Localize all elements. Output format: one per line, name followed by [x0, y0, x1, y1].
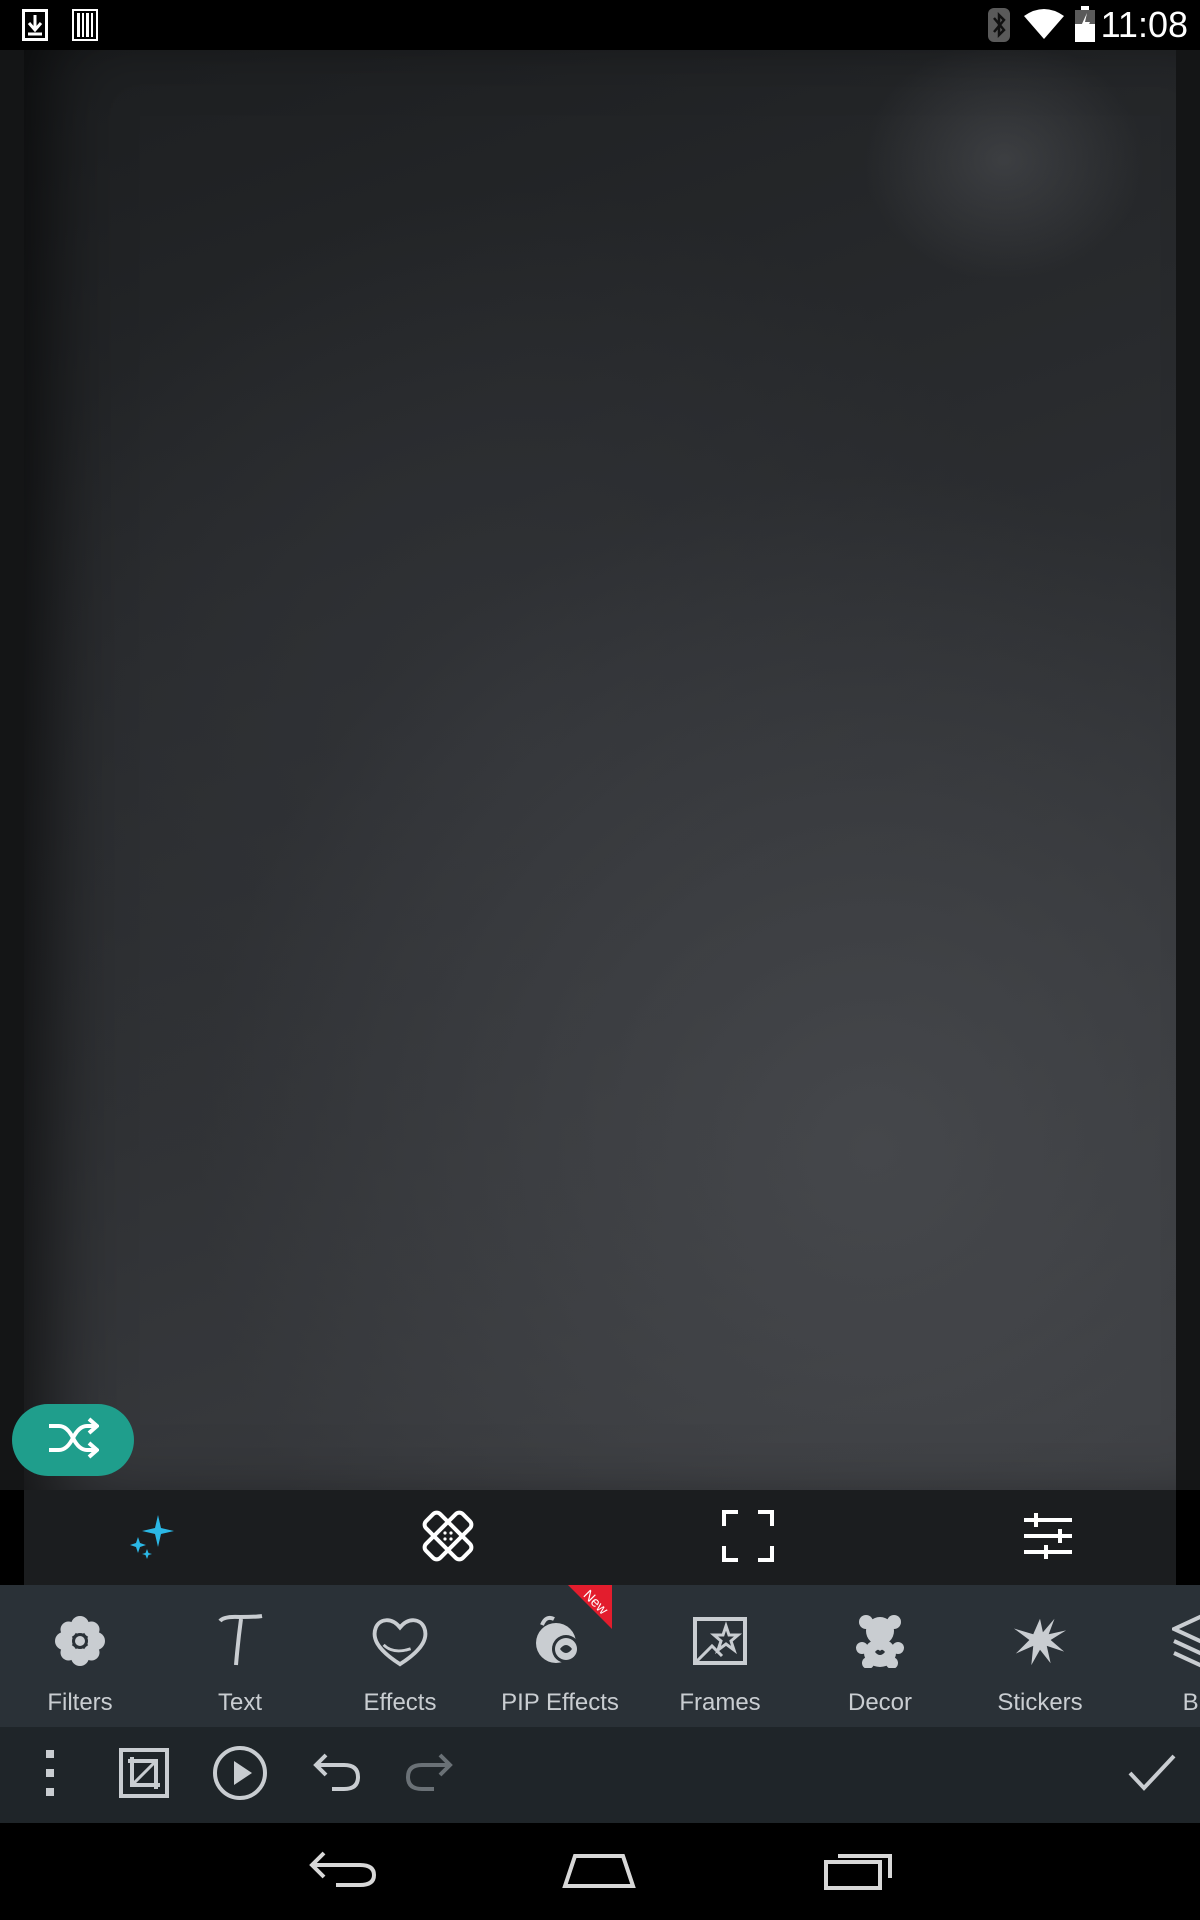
magic-wand-button[interactable] [124, 1510, 180, 1566]
fullscreen-icon [722, 1510, 774, 1566]
tool-strip [24, 1490, 1176, 1585]
recents-button[interactable] [814, 1845, 904, 1899]
teddy-bear-icon [852, 1613, 908, 1669]
text-icon [212, 1613, 268, 1669]
category-label: Ble [1182, 1689, 1200, 1716]
shuffle-icon [47, 1416, 101, 1464]
category-label: Filters [47, 1689, 113, 1716]
healing-bandage-icon [421, 1509, 475, 1567]
screen: 11:08 Filters Text Effects New PIP Effec… [0, 0, 1200, 1920]
new-badge: New [568, 1585, 612, 1629]
recents-icon [824, 1850, 894, 1894]
category-blend[interactable]: Ble [1120, 1585, 1200, 1727]
category-pip-effects[interactable]: New PIP Effects [480, 1585, 640, 1727]
undo-icon [312, 1753, 361, 1797]
fullscreen-button[interactable] [720, 1510, 776, 1566]
nav-bar [0, 1823, 1200, 1920]
play-button[interactable] [212, 1745, 268, 1805]
category-label: Decor [847, 1689, 913, 1716]
back-button[interactable] [298, 1845, 388, 1899]
category-stickers[interactable]: Stickers [960, 1585, 1120, 1727]
redo-button[interactable] [402, 1747, 458, 1803]
magic-wand-sparkle-icon [128, 1511, 176, 1565]
heart-icon [372, 1613, 428, 1669]
category-label: Text [217, 1689, 262, 1716]
category-label: Effects [363, 1689, 437, 1716]
frame-star-icon [692, 1613, 748, 1669]
download-icon [22, 9, 48, 45]
category-label: Stickers [997, 1689, 1083, 1716]
category-frames[interactable]: Frames [640, 1585, 800, 1727]
back-icon [308, 1851, 378, 1893]
layers-icon [1172, 1613, 1200, 1669]
more-vert-icon [44, 1748, 56, 1802]
category-label: Frames [679, 1689, 761, 1716]
battery-icon [1074, 6, 1096, 46]
healing-button[interactable] [420, 1510, 476, 1566]
redo-icon [405, 1753, 454, 1797]
category-text[interactable]: Text [160, 1585, 320, 1727]
apply-button[interactable] [1124, 1747, 1180, 1803]
crop-icon [118, 1747, 170, 1803]
category-effects[interactable]: Effects [320, 1585, 480, 1727]
more-options-button[interactable] [22, 1747, 78, 1803]
wifi-icon [1024, 8, 1064, 44]
home-icon [561, 1852, 637, 1892]
status-time: 11:08 [1100, 4, 1188, 45]
home-button[interactable] [554, 1845, 644, 1899]
bluetooth-icon [988, 8, 1010, 46]
apply-check-icon [1127, 1753, 1177, 1797]
category-bar: Filters Text Effects New PIP Effects Fra… [0, 1585, 1200, 1727]
category-label: PIP Effects [501, 1689, 619, 1716]
shuffle-button[interactable] [12, 1404, 134, 1476]
photo-canvas[interactable] [0, 50, 1200, 1490]
adjust-sliders-icon [1022, 1512, 1074, 1564]
action-bar [0, 1727, 1200, 1823]
undo-button[interactable] [308, 1747, 364, 1803]
play-icon [212, 1745, 268, 1805]
splat-icon [1012, 1613, 1068, 1669]
category-filters[interactable]: Filters [0, 1585, 160, 1727]
flower-icon [52, 1613, 108, 1669]
crop-button[interactable] [116, 1747, 172, 1803]
status-bar: 11:08 [0, 0, 1200, 50]
barcode-icon [72, 9, 98, 45]
photo-image[interactable] [24, 50, 1176, 1490]
category-decor[interactable]: Decor [800, 1585, 960, 1727]
adjust-button[interactable] [1020, 1510, 1076, 1566]
